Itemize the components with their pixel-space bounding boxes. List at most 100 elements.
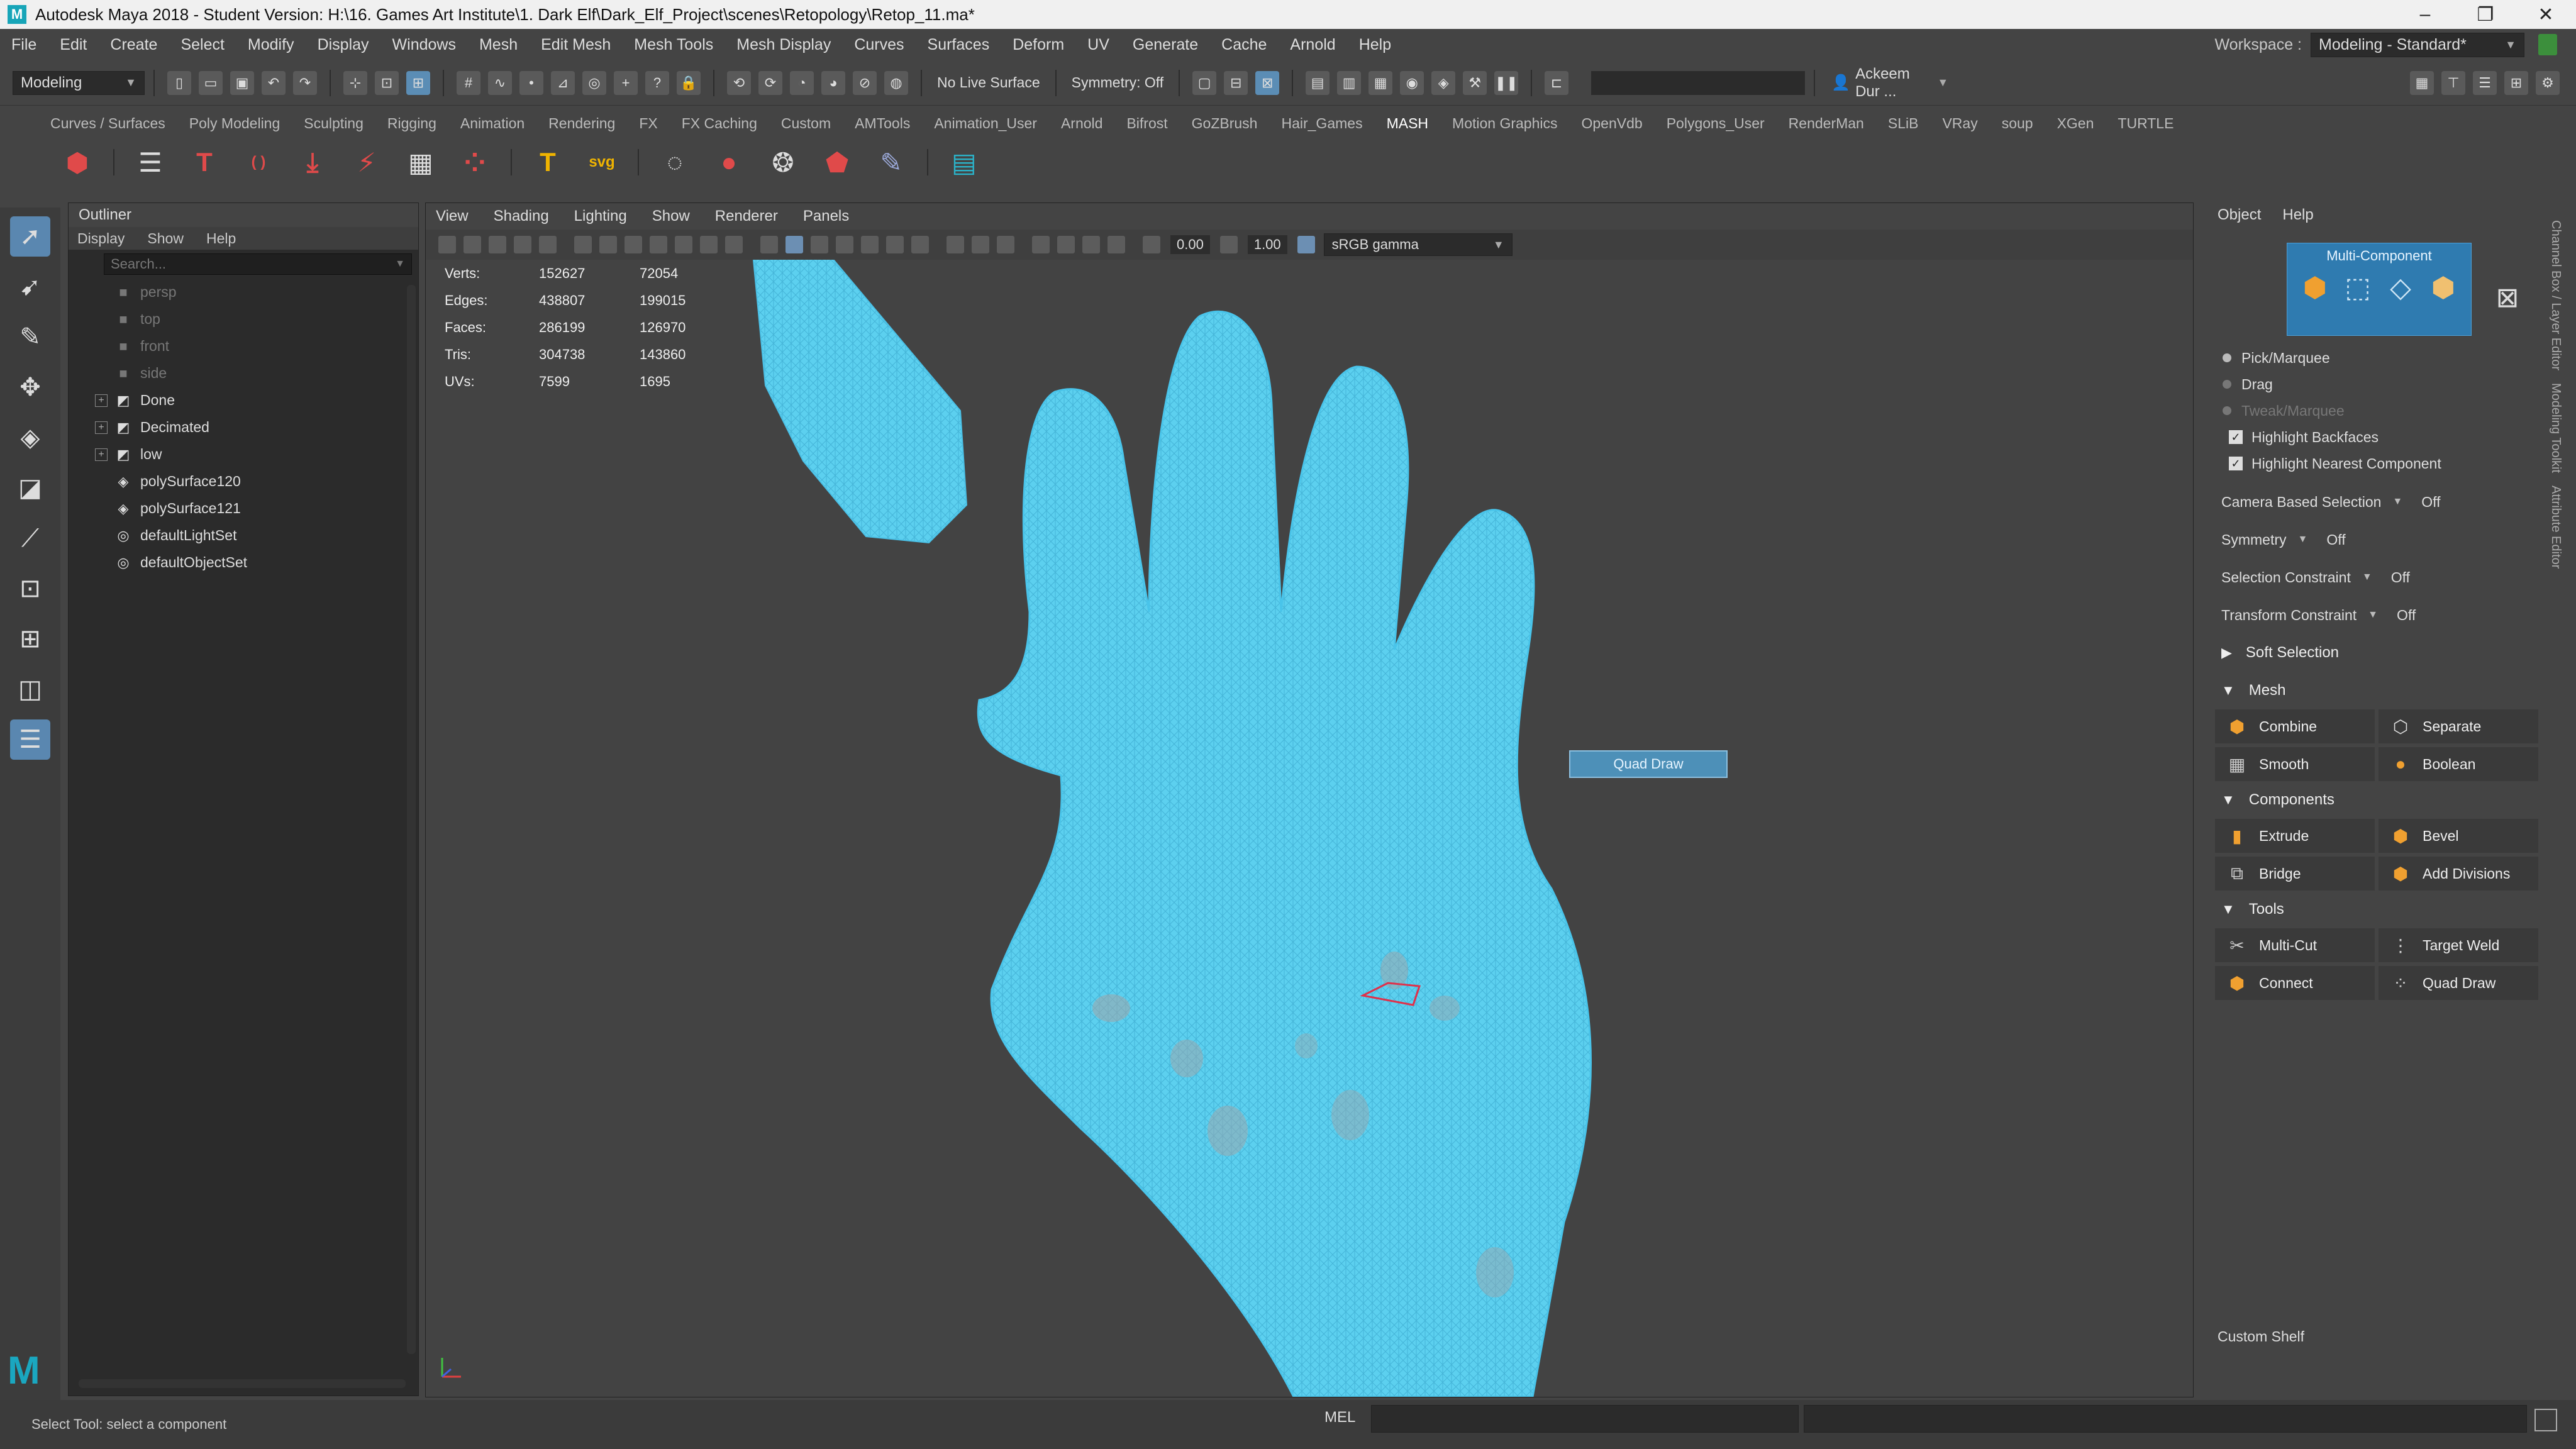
select-hierarchy-icon[interactable]: ⊹ — [343, 70, 367, 95]
expand-plus-icon[interactable]: + — [95, 448, 108, 461]
script-editor-icon[interactable] — [2534, 1409, 2557, 1431]
uv-mode-icon[interactable]: ⬢ — [2424, 269, 2462, 306]
select-object-icon[interactable]: ⊡ — [375, 70, 399, 95]
isolate-select-icon[interactable] — [1032, 236, 1050, 253]
menu-select[interactable]: Select — [180, 36, 224, 54]
type-icon[interactable]: T — [530, 144, 566, 180]
snap-live-icon[interactable]: + — [614, 70, 638, 95]
menu-help[interactable]: Help — [1359, 36, 1391, 54]
shelf-tab-bifrost[interactable]: Bifrost — [1126, 115, 1167, 132]
select-tool-icon[interactable]: ➚ — [10, 216, 50, 257]
shelf-tab-amtools[interactable]: AMTools — [855, 115, 910, 132]
chevron-down-icon[interactable]: ▼ — [2298, 534, 2308, 545]
outliner-horizontal-scrollbar[interactable] — [79, 1379, 406, 1388]
user-account-dropdown[interactable]: 👤 Ackeem Dur ... ▼ — [1824, 62, 1957, 103]
new-scene-icon[interactable]: ▯ — [167, 70, 191, 95]
scatter-icon[interactable]: ⚡ — [348, 144, 385, 180]
side-tab-attribute-editor[interactable]: Attribute Editor — [2548, 486, 2563, 569]
shelf-tab-openvdb[interactable]: OpenVdb — [1582, 115, 1643, 132]
shelf-tab-curves-surfaces[interactable]: Curves / Surfaces — [50, 115, 165, 132]
render-icon[interactable]: ◔ — [790, 70, 814, 95]
motion-blur-icon[interactable] — [1108, 236, 1125, 253]
outliner-item-polysurface120[interactable]: ◈ polySurface120 — [69, 468, 418, 495]
render-frame-icon[interactable]: ▥ — [1337, 70, 1362, 95]
prop-camera-based-selection[interactable]: Camera Based Selection ▼ Off — [2202, 483, 2545, 521]
shelf-tab-animation[interactable]: Animation — [460, 115, 525, 132]
radio-pick-marquee[interactable]: Pick/Marquee — [2202, 345, 2545, 371]
radio-dot-icon[interactable] — [2223, 353, 2231, 362]
chevron-down-icon[interactable]: ▼ — [2392, 496, 2402, 508]
target-weld-button[interactable]: ⋮ Target Weld — [2379, 928, 2538, 962]
prop-symmetry[interactable]: Symmetry ▼ Off — [2202, 521, 2545, 558]
xray-icon[interactable] — [947, 236, 964, 253]
menu-file[interactable]: File — [11, 36, 36, 54]
redo-icon[interactable]: ↷ — [293, 70, 317, 95]
checkbox-highlight-backfaces[interactable]: ✓ Highlight Backfaces — [2202, 424, 2545, 450]
menu-arnold[interactable]: Arnold — [1290, 36, 1335, 54]
attribute-editor-icon[interactable]: ⊤ — [2441, 70, 2465, 95]
radio-drag[interactable]: Drag — [2202, 371, 2545, 397]
checkmark-icon[interactable]: ✓ — [2229, 430, 2243, 444]
viewport-panel[interactable]: View Shading Lighting Show Renderer Panels — [425, 203, 2194, 1397]
shelf-tab-sculpting[interactable]: Sculpting — [304, 115, 364, 132]
paint-select-tool-icon[interactable]: ✎ — [10, 317, 50, 357]
camera-icon[interactable]: ▢ — [1192, 70, 1217, 95]
gate-mask-icon[interactable] — [650, 236, 667, 253]
shelf-tab-polygons-user[interactable]: Polygons_User — [1667, 115, 1765, 132]
open-scene-icon[interactable]: ▭ — [199, 70, 223, 95]
shelf-tab-hair-games[interactable]: Hair_Games — [1281, 115, 1362, 132]
render-settings-icon[interactable]: ⊘ — [853, 70, 877, 95]
snap-curve-icon[interactable]: ∿ — [488, 70, 512, 95]
shelf-tab-turtle[interactable]: TURTLE — [2118, 115, 2174, 132]
quad-draw-button[interactable]: ⁘ Quad Draw — [2379, 966, 2538, 1000]
viewport-menu-view[interactable]: View — [436, 208, 469, 225]
ambient-occlusion-icon[interactable] — [911, 236, 929, 253]
viewport-menu-renderer[interactable]: Renderer — [715, 208, 778, 225]
arnold-render-icon[interactable]: ⚒ — [1463, 70, 1487, 95]
section-mesh[interactable]: ▼ Mesh — [2202, 672, 2545, 709]
section-components[interactable]: ▼ Components — [2202, 781, 2545, 819]
extrude-button[interactable]: ▮ Extrude — [2215, 819, 2375, 853]
expand-plus-icon[interactable]: + — [95, 394, 108, 407]
menu-edit-mesh[interactable]: Edit Mesh — [541, 36, 611, 54]
frame-icon[interactable]: ⊟ — [1224, 70, 1248, 95]
multi-component-box[interactable]: Multi-Component ⬢ ⬚ ◇ ⬢ ⊠ — [2287, 243, 2519, 336]
menu-mesh-display[interactable]: Mesh Display — [736, 36, 831, 54]
single-perspective-icon[interactable]: ⊡ — [10, 569, 50, 609]
multi-cut-button[interactable]: ✂ Multi-Cut — [2215, 928, 2375, 962]
shelf-tab-rigging[interactable]: Rigging — [387, 115, 436, 132]
outliner-menu-help[interactable]: Help — [206, 230, 236, 247]
points-icon[interactable]: ⁘ — [457, 144, 493, 180]
add-divisions-button[interactable]: ⬢ Add Divisions — [2379, 857, 2538, 891]
film-gate-icon[interactable] — [599, 236, 617, 253]
outliner-item-low[interactable]: + ◩ low — [69, 441, 418, 468]
live-surface-field[interactable]: No Live Surface — [937, 74, 1040, 91]
bridge-button[interactable]: ⧉ Bridge — [2215, 857, 2375, 891]
outliner-vertical-scrollbar[interactable] — [407, 285, 416, 1354]
shelf-tab-animation-user[interactable]: Animation_User — [934, 115, 1037, 132]
lights-icon[interactable] — [861, 236, 879, 253]
camera-attributes-icon[interactable] — [438, 236, 456, 253]
shelf-tab-vray[interactable]: VRay — [1942, 115, 1977, 132]
history-icon[interactable]: ⟲ — [727, 70, 751, 95]
ipr-icon[interactable]: ◕ — [821, 70, 845, 95]
object-mode-icon[interactable]: ⬢ — [2296, 269, 2334, 306]
outliner-item-decimated[interactable]: + ◩ Decimated — [69, 414, 418, 441]
tool-settings-icon[interactable]: ☰ — [2473, 70, 2497, 95]
lock-icon[interactable]: 🔒 — [677, 70, 701, 95]
depth-of-field-icon[interactable] — [1082, 236, 1100, 253]
balls-icon[interactable]: ❂ — [765, 144, 801, 180]
side-tab-modeling-toolkit[interactable]: Modeling Toolkit — [2548, 383, 2563, 473]
snap-point-icon[interactable]: • — [519, 70, 543, 95]
combine-button[interactable]: ⬢ Combine — [2215, 709, 2375, 743]
smooth-button[interactable]: ▦ Smooth — [2215, 747, 2375, 781]
outliner-item-side[interactable]: ■ side — [69, 360, 418, 387]
shadows-icon[interactable] — [886, 236, 904, 253]
shelf-tab-gozbrush[interactable]: GoZBrush — [1192, 115, 1258, 132]
ipr-render-icon[interactable]: ▦ — [1368, 70, 1393, 95]
gamma-field[interactable]: 1.00 — [1247, 235, 1287, 254]
safe-action-icon[interactable] — [700, 236, 718, 253]
shelf-tab-soup[interactable]: soup — [2002, 115, 2033, 132]
menu-generate[interactable]: Generate — [1133, 36, 1198, 54]
outliner-item-persp[interactable]: ■ persp — [69, 279, 418, 306]
